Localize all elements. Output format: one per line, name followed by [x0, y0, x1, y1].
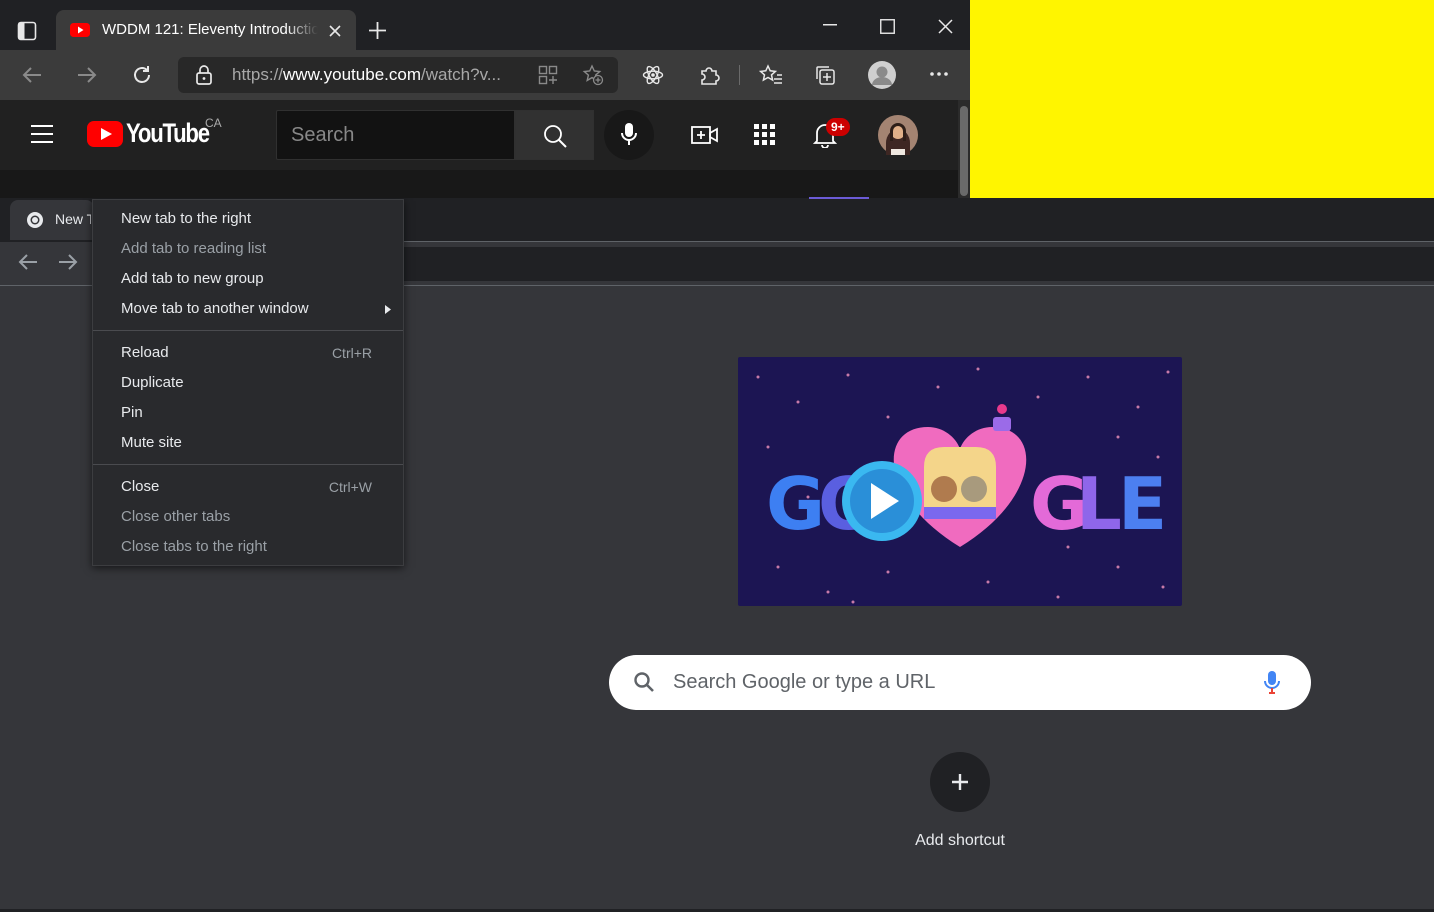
region-code: CA [205, 116, 222, 130]
youtube-logo-text[interactable]: YouTube [126, 118, 210, 149]
menu-item-shortcut: Ctrl+R [331, 345, 372, 361]
menu-item-new-tab-right[interactable]: New tab to the right [93, 204, 403, 234]
lock-icon[interactable] [195, 65, 213, 85]
menu-item-close-other-tabs: Close other tabs [93, 502, 403, 532]
chrome-forward-arrow-icon[interactable] [57, 252, 79, 272]
menu-item-mute-site[interactable]: Mute site [93, 428, 403, 458]
youtube-logo-icon[interactable] [87, 121, 123, 147]
toolbar-separator [739, 65, 740, 85]
menu-item-move-to-window[interactable]: Move tab to another window [93, 294, 403, 324]
app-available-icon[interactable] [538, 65, 558, 85]
menu-item-label: Close other tabs [121, 508, 231, 525]
address-url[interactable]: https://www.youtube.com/watch?v... [232, 65, 501, 85]
menu-item-close-tabs-right: Close tabs to the right [93, 532, 403, 562]
apps-grid-icon[interactable] [754, 124, 776, 146]
ntp-search-input[interactable] [673, 668, 1233, 696]
menu-item-label: Close [121, 478, 160, 495]
page-scrollbar-thumb[interactable] [960, 106, 968, 196]
youtube-search-box[interactable] [276, 110, 515, 160]
extensions-puzzle-icon[interactable] [698, 64, 720, 86]
menu-item-duplicate[interactable]: Duplicate [93, 368, 403, 398]
url-path: /watch?v... [420, 65, 501, 84]
forward-arrow-icon[interactable] [76, 65, 98, 85]
react-devtools-extension-icon[interactable] [642, 64, 664, 86]
doodle-letter-g1: G [766, 462, 825, 546]
menu-item-add-to-reading-list: Add tab to reading list [93, 234, 403, 264]
microphone-icon [621, 122, 637, 148]
hamburger-menu-icon[interactable] [30, 124, 54, 144]
maximize-icon[interactable] [880, 19, 895, 34]
create-video-icon[interactable] [691, 124, 719, 146]
more-options-icon[interactable] [930, 72, 948, 76]
user-avatar[interactable] [878, 115, 918, 155]
edge-tab-title: WDDM 121: Eleventy Introduction [102, 21, 318, 38]
chrome-tab-title: New Tab [55, 211, 91, 227]
menu-item-label: Duplicate [121, 374, 184, 391]
close-window-icon[interactable] [938, 19, 953, 34]
ntp-search-box[interactable] [609, 655, 1311, 710]
submenu-arrow-icon [385, 305, 391, 314]
profile-avatar-icon[interactable] [867, 60, 897, 90]
collections-icon[interactable] [814, 64, 836, 86]
menu-item-label: Add tab to reading list [121, 240, 267, 257]
menu-item-label: New tab to the right [121, 210, 252, 227]
menu-item-close[interactable]: Close Ctrl+W [93, 472, 403, 502]
chrome-tab-new-tab[interactable]: New Tab [10, 200, 94, 240]
chip-bar-indicator [809, 197, 869, 199]
youtube-chip-bar [0, 170, 958, 198]
chrome-logo-icon [26, 211, 44, 229]
youtube-voice-search-button[interactable] [604, 110, 654, 160]
menu-item-reload[interactable]: Reload Ctrl+R [93, 338, 403, 368]
tab-actions-menu-icon[interactable] [17, 21, 37, 41]
yellow-overlay-box [970, 0, 1434, 198]
url-host: www.youtube.com [283, 65, 421, 84]
menu-separator [93, 464, 403, 465]
plus-icon [950, 772, 970, 792]
voice-search-mic-icon[interactable] [1264, 670, 1280, 696]
add-shortcut-label[interactable]: Add shortcut [880, 832, 1040, 850]
menu-item-label: Add tab to new group [121, 270, 264, 287]
new-tab-icon[interactable] [368, 21, 387, 40]
add-favorite-icon[interactable] [582, 64, 604, 86]
menu-separator [93, 330, 403, 331]
youtube-search-button[interactable] [515, 110, 594, 160]
refresh-icon[interactable] [131, 64, 153, 86]
url-scheme: https:// [232, 65, 284, 84]
menu-item-shortcut: Ctrl+W [328, 479, 372, 495]
menu-item-label: Reload [121, 344, 169, 361]
menu-item-pin[interactable]: Pin [93, 398, 403, 428]
notification-badge: 9+ [826, 118, 850, 136]
add-shortcut-button[interactable] [930, 752, 990, 812]
minimize-icon[interactable] [823, 24, 837, 26]
menu-item-label: Pin [121, 404, 143, 421]
doodle-letter-e: E [1118, 462, 1167, 546]
menu-item-add-to-new-group[interactable]: Add tab to new group [93, 264, 403, 294]
back-arrow-icon[interactable] [21, 65, 43, 85]
chrome-back-arrow-icon[interactable] [17, 252, 39, 272]
youtube-favicon-icon [70, 23, 90, 37]
menu-item-label: Close tabs to the right [121, 538, 267, 555]
edge-tab-active[interactable]: WDDM 121: Eleventy Introduction [56, 10, 356, 50]
youtube-search-input[interactable] [291, 123, 501, 147]
close-tab-icon[interactable] [329, 25, 341, 37]
menu-item-label: Mute site [121, 434, 182, 451]
google-doodle[interactable]: G O G L E [738, 357, 1182, 606]
tab-context-menu: New tab to the right Add tab to reading … [92, 199, 404, 566]
address-bar[interactable]: https://www.youtube.com/watch?v... [178, 57, 618, 93]
chrome-omnibox[interactable] [404, 247, 1434, 281]
menu-item-label: Move tab to another window [121, 300, 309, 317]
search-icon [543, 124, 567, 148]
search-icon [633, 671, 655, 693]
doodle-letter-l: L [1076, 462, 1122, 546]
favorites-icon[interactable] [759, 64, 783, 86]
